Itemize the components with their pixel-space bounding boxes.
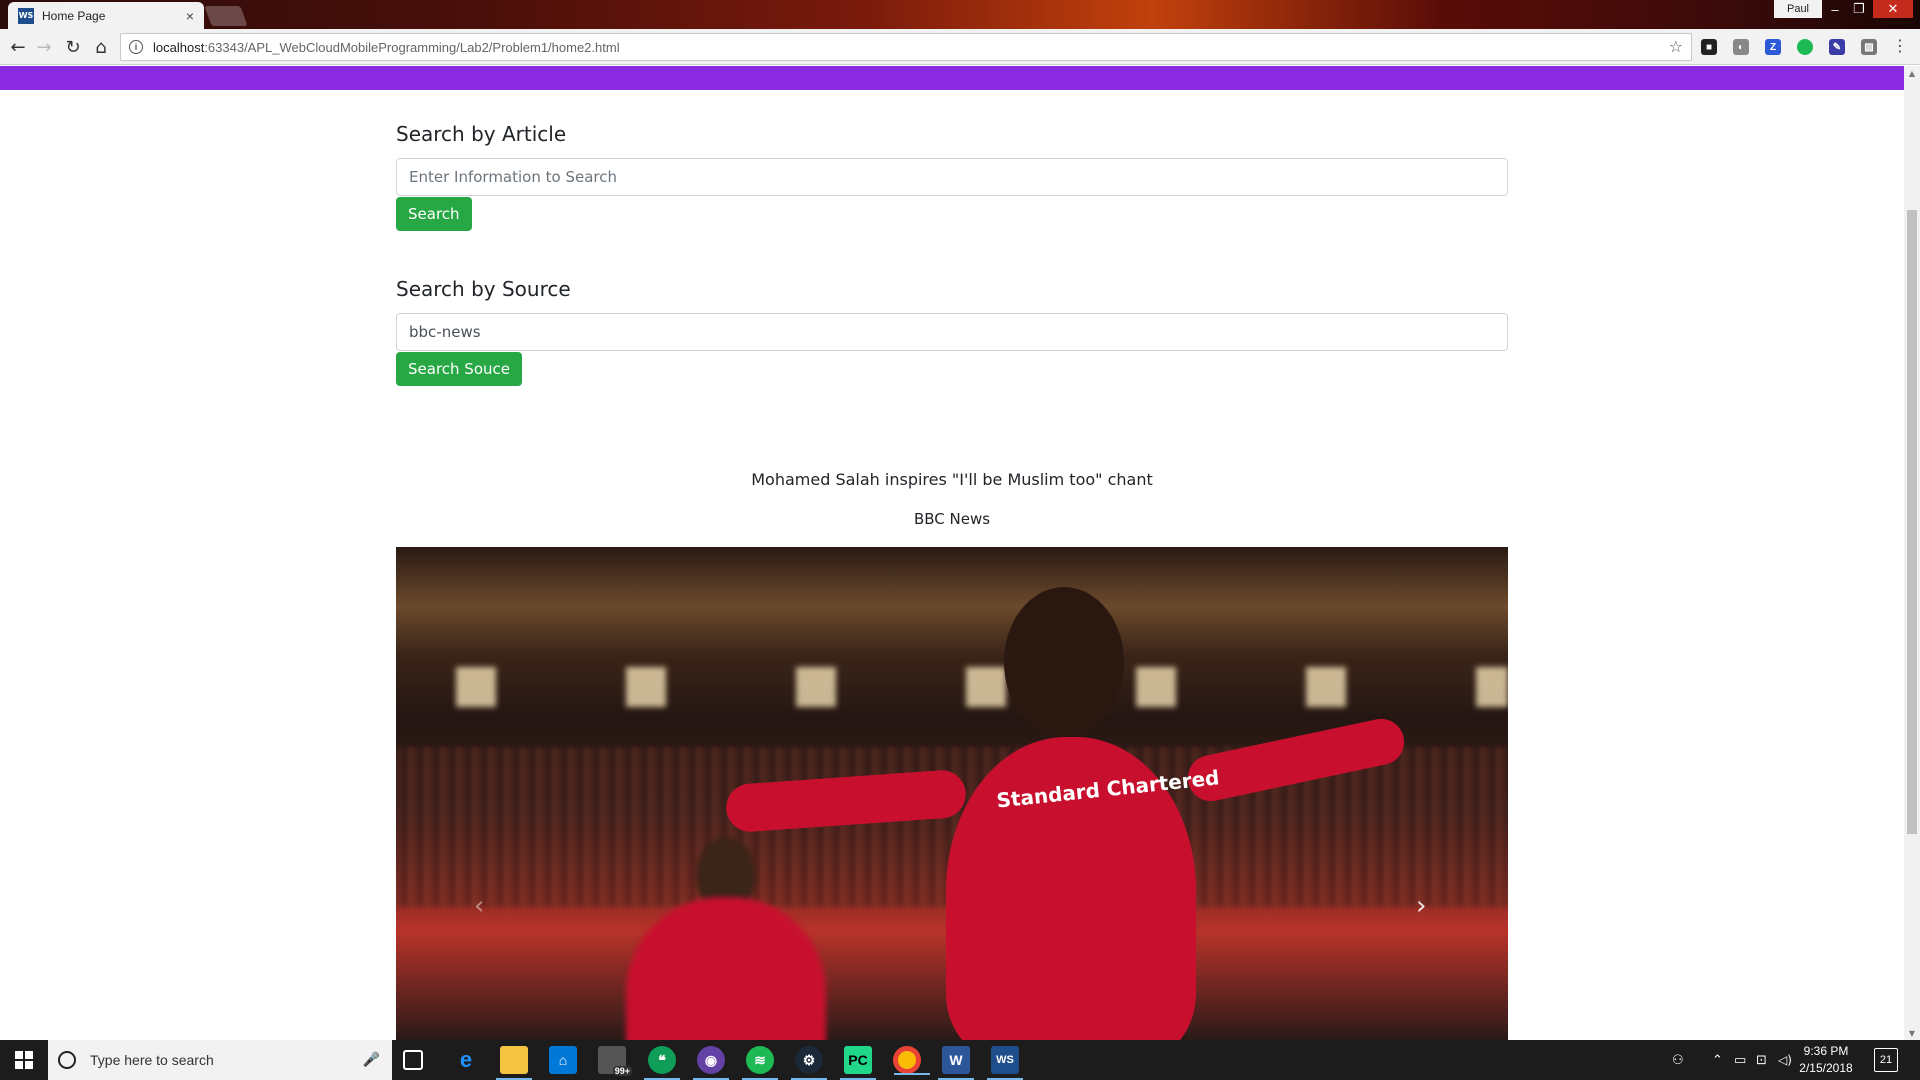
search-button[interactable]: Search <box>396 197 472 231</box>
new-tab-button[interactable] <box>204 6 248 26</box>
microphone-icon[interactable]: 🎤 <box>363 1052 380 1068</box>
bookmark-star-icon[interactable]: ☆ <box>1669 37 1683 56</box>
spotify-icon[interactable]: ≋ <box>742 1046 778 1080</box>
extension-icon-6[interactable]: ▨ <box>1861 39 1877 55</box>
minimize-icon[interactable]: – <box>1823 0 1847 18</box>
clock-time: 9:36 PM <box>1803 1044 1849 1058</box>
window-title-bar: WS Home Page × Paul – ❐ ✕ <box>0 0 1920 29</box>
twitch-icon[interactable]: ◉ <box>693 1046 729 1080</box>
store-icon[interactable]: ⌂ <box>549 1046 577 1074</box>
site-info-icon[interactable]: i <box>129 40 143 54</box>
scroll-thumb[interactable] <box>1907 210 1917 834</box>
player-body-background <box>626 897 826 1040</box>
search-source-button[interactable]: Search Souce <box>396 352 522 386</box>
mail-icon[interactable]: 99+ <box>598 1046 632 1076</box>
browser-toolbar: ← → ↻ ⌂ i localhost:63343/APL_WebCloudMo… <box>0 29 1920 65</box>
browser-menu-icon[interactable]: ⋮ <box>1892 36 1908 55</box>
article-title: Mohamed Salah inspires "I'll be Muslim t… <box>751 470 1153 489</box>
back-arrow-icon[interactable]: ← <box>6 35 30 59</box>
mail-badge: 99+ <box>612 1066 632 1076</box>
clock-date: 2/15/2018 <box>1799 1061 1853 1075</box>
cortana-icon <box>58 1051 76 1069</box>
battery-icon[interactable]: ▭ <box>1734 1040 1746 1080</box>
search-container: Search by Article Enter Information to S… <box>396 122 1508 386</box>
windows-logo-icon <box>15 1051 33 1069</box>
steam-icon[interactable]: ⚙ <box>791 1046 827 1080</box>
stadium-lights <box>396 667 1508 707</box>
home-icon[interactable]: ⌂ <box>89 35 113 59</box>
source-search-section: Search by Source bbc-news Search Souce <box>396 277 1508 386</box>
article-search-section: Search by Article Enter Information to S… <box>396 122 1508 231</box>
network-icon[interactable]: ⊡ <box>1756 1040 1767 1080</box>
extension-icon-1[interactable]: ■ <box>1701 39 1717 55</box>
zotero-extension-icon[interactable]: Z <box>1765 39 1781 55</box>
pycharm-icon[interactable]: PC <box>840 1046 876 1080</box>
hangouts-icon[interactable]: ❝ <box>644 1046 680 1080</box>
scroll-up-icon[interactable]: ▲ <box>1904 66 1920 80</box>
action-center-icon[interactable]: 21 <box>1874 1048 1898 1072</box>
green-extension-icon[interactable] <box>1797 39 1813 55</box>
carousel-next-icon[interactable]: › <box>1416 891 1426 921</box>
tab-title: Home Page <box>42 8 106 23</box>
scroll-down-icon[interactable]: ▼ <box>1904 1026 1920 1040</box>
tray-overflow-icon[interactable]: ⌃ <box>1712 1040 1723 1080</box>
extension-icon-2[interactable]: ◐ <box>1733 39 1749 55</box>
url-text[interactable]: localhost:63343/APL_WebCloudMobileProgra… <box>153 40 620 55</box>
header-bar <box>0 66 1904 90</box>
taskbar-search-placeholder: Type here to search <box>90 1052 214 1068</box>
taskbar-search-box[interactable]: Type here to search 🎤 <box>48 1040 392 1080</box>
webstorm-icon[interactable]: WS <box>987 1046 1023 1080</box>
task-view-icon[interactable] <box>403 1050 423 1070</box>
article-search-input[interactable]: Enter Information to Search <box>396 158 1508 196</box>
page-scrollbar[interactable]: ▲ ▼ <box>1904 66 1920 1040</box>
edge-icon[interactable]: e <box>452 1046 480 1074</box>
restore-icon[interactable]: ❐ <box>1847 0 1871 18</box>
reload-icon[interactable]: ↻ <box>61 35 85 59</box>
extension-icon-5[interactable]: ✎ <box>1829 39 1845 55</box>
start-button[interactable] <box>0 1040 48 1080</box>
source-search-heading: Search by Source <box>396 277 571 301</box>
article-source: BBC News <box>913 510 991 528</box>
forward-arrow-icon[interactable]: → <box>32 35 56 59</box>
file-explorer-icon[interactable] <box>496 1046 532 1080</box>
chrome-icon[interactable] <box>893 1046 930 1075</box>
profile-button[interactable]: Paul <box>1774 0 1822 18</box>
address-bar[interactable]: i localhost:63343/APL_WebCloudMobileProg… <box>120 33 1692 61</box>
page-viewport: Search by Article Enter Information to S… <box>0 66 1904 1040</box>
player-head-main <box>1004 587 1124 737</box>
people-icon[interactable]: ⚇ <box>1672 1040 1684 1080</box>
window-close-icon[interactable]: ✕ <box>1873 0 1913 18</box>
browser-tab-home-page[interactable]: WS Home Page × <box>8 2 204 29</box>
taskbar-clock[interactable]: 9:36 PM 2/15/2018 <box>1790 1043 1862 1077</box>
word-icon[interactable]: W <box>938 1046 974 1080</box>
source-search-input[interactable]: bbc-news <box>396 313 1508 351</box>
article-search-heading: Search by Article <box>396 122 567 146</box>
carousel-prev-icon[interactable]: ‹ <box>474 891 484 921</box>
windows-taskbar: Type here to search 🎤 e ⌂ 99+ ❝ ◉ ≋ ⚙ PC… <box>0 1040 1920 1080</box>
article-image-carousel[interactable]: Standard Chartered ‹ › <box>396 547 1508 1040</box>
webstorm-favicon-icon: WS <box>18 7 34 24</box>
tab-close-icon[interactable]: × <box>186 8 194 24</box>
